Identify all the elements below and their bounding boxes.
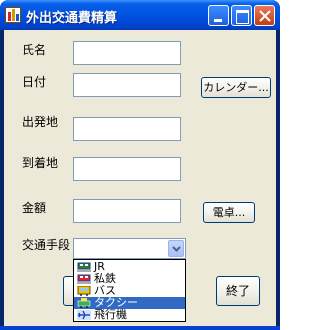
window-title: 外出交通費精算 bbox=[26, 11, 118, 26]
form-panel: 氏名 日付 カレンダー... 出発地 到着地 金額 電卓... 交通手段 終了 bbox=[4, 30, 276, 326]
arrival-input[interactable] bbox=[73, 157, 181, 181]
name-label: 氏名 bbox=[22, 43, 47, 57]
maximize-button[interactable] bbox=[231, 5, 252, 26]
airplane-icon bbox=[77, 310, 91, 320]
dropdown-item-taxi[interactable]: タクシー bbox=[74, 297, 185, 309]
dropdown-item-label: 飛行機 bbox=[94, 308, 127, 321]
taxi-icon bbox=[77, 298, 91, 308]
calculator-button[interactable]: 電卓... bbox=[203, 202, 255, 223]
exit-button[interactable]: 終了 bbox=[216, 276, 260, 306]
transport-select[interactable] bbox=[73, 238, 186, 259]
dropdown-arrow-button[interactable] bbox=[168, 240, 184, 257]
minimize-button[interactable] bbox=[208, 5, 229, 26]
transport-label: 交通手段 bbox=[22, 238, 71, 252]
dropdown-item-jr[interactable]: JR bbox=[74, 261, 185, 273]
app-window: 外出交通費精算 氏名 日付 カレンダー... 出発地 到着地 金額 電卓... … bbox=[0, 0, 280, 330]
date-label: 日付 bbox=[22, 75, 47, 89]
bus-icon bbox=[77, 286, 91, 296]
close-button[interactable] bbox=[254, 5, 275, 26]
departure-label: 出発地 bbox=[22, 115, 59, 129]
train-icon bbox=[77, 262, 91, 272]
title-bar[interactable]: 外出交通費精算 bbox=[0, 0, 280, 30]
arrival-label: 到着地 bbox=[22, 156, 59, 170]
amount-label: 金額 bbox=[22, 201, 47, 215]
close-icon bbox=[259, 10, 271, 22]
chart-icon bbox=[5, 7, 21, 23]
name-input[interactable] bbox=[73, 41, 181, 65]
transport-dropdown-list: JR 私鉄 バス タクシー 飛行機 bbox=[73, 259, 186, 322]
dropdown-item-airplane[interactable]: 飛行機 bbox=[74, 309, 185, 321]
chevron-down-icon bbox=[172, 246, 181, 252]
dropdown-item-private-railway[interactable]: 私鉄 bbox=[74, 273, 185, 285]
date-input[interactable] bbox=[73, 73, 181, 97]
train-icon bbox=[77, 274, 91, 284]
window-frame-bottom bbox=[0, 326, 280, 330]
calendar-button[interactable]: カレンダー... bbox=[201, 77, 271, 98]
departure-input[interactable] bbox=[73, 117, 181, 141]
amount-input[interactable] bbox=[73, 199, 181, 223]
